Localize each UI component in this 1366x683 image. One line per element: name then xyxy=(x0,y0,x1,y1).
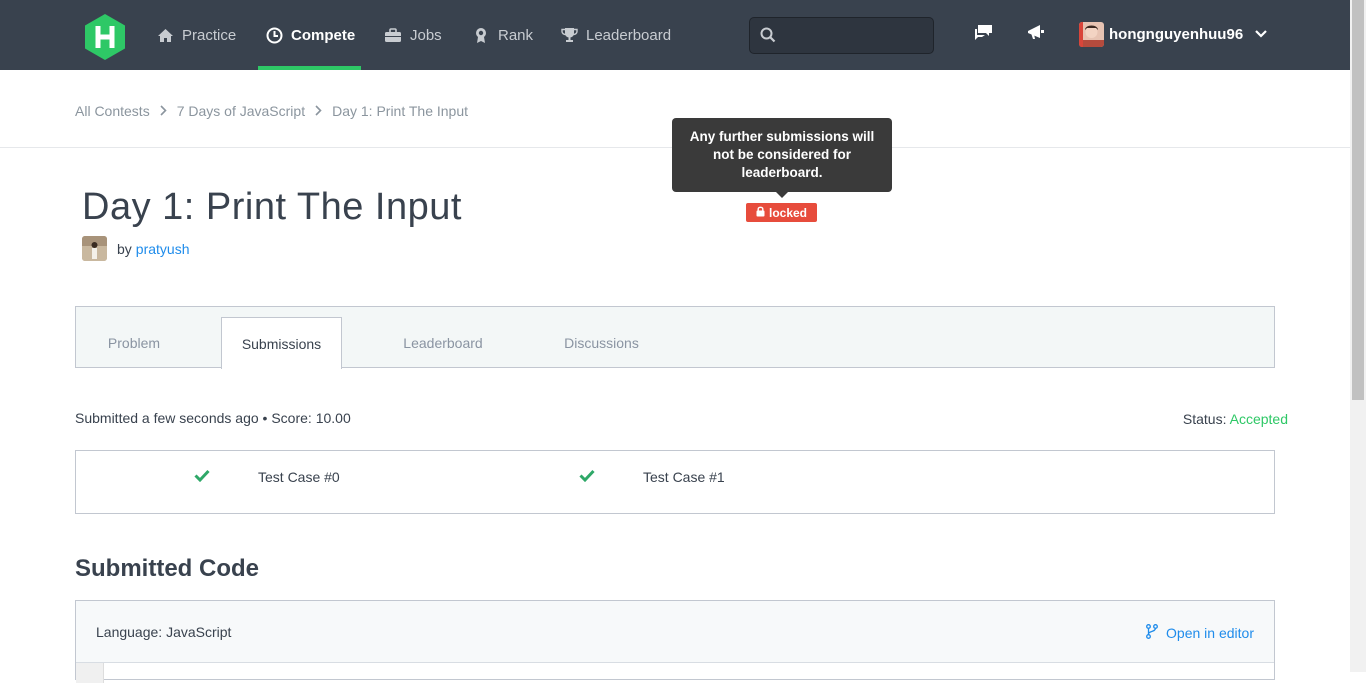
author-link[interactable]: pratyush xyxy=(136,241,190,257)
test-case-0[interactable]: Test Case #0 xyxy=(194,469,340,485)
breadcrumb-contest[interactable]: 7 Days of JavaScript xyxy=(177,103,305,119)
code-panel: Language: JavaScript Open in editor xyxy=(75,600,1275,683)
page-title: Day 1: Print The Input xyxy=(82,186,462,228)
test-case-label: Test Case #0 xyxy=(258,469,340,485)
chevron-down-icon xyxy=(1255,30,1267,38)
search-icon xyxy=(760,27,776,48)
hackerrank-logo-icon[interactable] xyxy=(83,13,127,61)
submission-status: Status: Accepted xyxy=(1183,411,1288,427)
test-case-label: Test Case #1 xyxy=(643,469,725,485)
author-avatar[interactable] xyxy=(82,236,107,261)
breadcrumb-challenge[interactable]: Day 1: Print The Input xyxy=(332,103,468,119)
checkmark-icon xyxy=(579,469,595,485)
status-value: Accepted xyxy=(1229,411,1288,427)
tab-leaderboard[interactable]: Leaderboard xyxy=(392,317,494,368)
lock-icon xyxy=(756,206,765,220)
user-avatar xyxy=(1079,21,1104,47)
test-case-1[interactable]: Test Case #1 xyxy=(579,469,725,485)
nav-jobs[interactable]: Jobs xyxy=(384,0,442,70)
nav-rank[interactable]: Rank xyxy=(472,0,533,70)
open-in-editor-link[interactable]: Open in editor xyxy=(1146,624,1254,642)
nav-compete-label: Compete xyxy=(291,26,356,44)
tab-discussions[interactable]: Discussions xyxy=(554,317,649,368)
open-in-editor-label: Open in editor xyxy=(1166,625,1254,641)
status-label: Status: xyxy=(1182,411,1227,427)
checkmark-icon xyxy=(194,469,210,485)
code-gutter xyxy=(76,663,104,683)
user-menu[interactable]: hongnguyenhuu96 xyxy=(1079,20,1267,48)
nav-rank-label: Rank xyxy=(498,26,534,44)
page-scrollbar[interactable] xyxy=(1350,0,1366,672)
trophy-icon xyxy=(560,26,578,44)
top-nav: Practice Compete Jobs Rank Leaderboard h… xyxy=(0,0,1350,70)
submitted-code-heading: Submitted Code xyxy=(75,555,259,582)
messages-icon[interactable] xyxy=(973,22,997,46)
locked-label: locked xyxy=(769,205,808,220)
medal-icon xyxy=(472,26,490,44)
challenge-tabs: Problem Submissions Leaderboard Discussi… xyxy=(75,306,1275,369)
locked-tooltip: Any further submissions will not be cons… xyxy=(672,118,892,198)
nav-leaderboard-label: Leaderboard xyxy=(586,26,672,44)
search-input[interactable] xyxy=(749,17,934,54)
code-panel-header: Language: JavaScript Open in editor xyxy=(76,601,1274,663)
breadcrumb-all-contests[interactable]: All Contests xyxy=(75,103,150,119)
tab-problem[interactable]: Problem xyxy=(76,317,192,368)
chevron-right-icon xyxy=(160,103,167,119)
clock-icon xyxy=(266,26,283,44)
briefcase-icon xyxy=(384,26,402,44)
nav-leaderboard[interactable]: Leaderboard xyxy=(560,0,671,70)
tab-submissions[interactable]: Submissions xyxy=(221,317,342,369)
fork-icon xyxy=(1146,624,1158,642)
scrollbar-thumb[interactable] xyxy=(1352,0,1364,400)
language-label: Language: JavaScript xyxy=(96,624,232,640)
breadcrumb: All Contests 7 Days of JavaScript Day 1:… xyxy=(75,103,468,119)
nav-practice[interactable]: Practice xyxy=(156,0,236,70)
chevron-right-icon xyxy=(315,103,322,119)
home-icon xyxy=(156,26,174,44)
megaphone-icon[interactable] xyxy=(1025,22,1049,46)
author-line: by pratyush xyxy=(82,236,190,261)
nav-practice-label: Practice xyxy=(182,26,237,44)
locked-badge[interactable]: locked xyxy=(746,203,818,222)
by-label: by xyxy=(117,240,132,257)
nav-compete[interactable]: Compete xyxy=(258,0,361,70)
submission-summary: Submitted a few seconds ago • Score: 10.… xyxy=(75,410,351,426)
nav-jobs-label: Jobs xyxy=(410,26,442,44)
username: hongnguyenhuu96 xyxy=(1109,25,1244,43)
test-cases-panel: Test Case #0 Test Case #1 xyxy=(75,450,1275,514)
